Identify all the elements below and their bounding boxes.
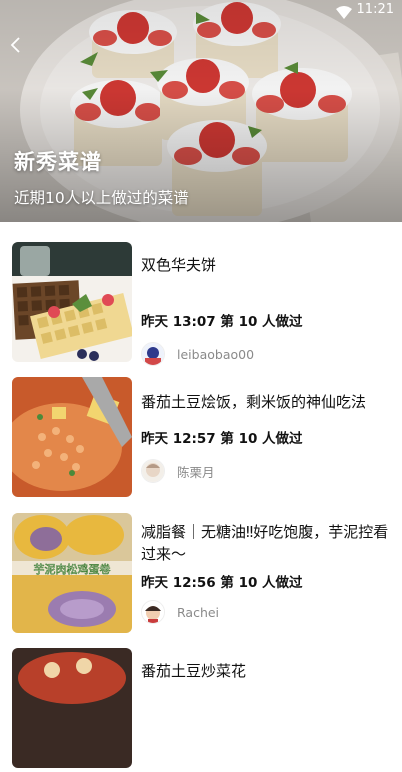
author-row[interactable]: Rachei — [141, 600, 219, 624]
recipe-title[interactable]: 番茄土豆炒菜花 — [141, 660, 391, 682]
chevron-left-icon — [10, 37, 20, 53]
risotto-image — [12, 377, 132, 497]
recipe-meta: 昨天 13:07 第 10 人做过 — [141, 314, 303, 330]
recipe-thumbnail[interactable] — [12, 648, 132, 768]
avatar[interactable] — [141, 459, 165, 483]
cauliflower-image — [12, 648, 132, 768]
author-name[interactable]: leibaobao00 — [177, 347, 254, 362]
avatar[interactable] — [141, 342, 165, 366]
recipe-title[interactable]: 减脂餐｜无糖油‼好吃饱腹，芋泥控看过来～ — [141, 521, 391, 565]
author-name[interactable]: Rachei — [177, 605, 219, 620]
taro-roll-image: 芋泥肉松鸡蛋卷 — [12, 513, 132, 633]
author-row[interactable]: 陈栗月 — [141, 459, 215, 483]
recipe-thumbnail[interactable] — [12, 377, 132, 497]
recipe-card[interactable]: 番茄土豆炒菜花 — [0, 648, 402, 772]
status-bar: 11:21 — [0, 0, 402, 22]
waffle-image — [12, 242, 132, 362]
recipe-card[interactable]: 番茄土豆烩饭，剩米饭的神仙吃法 昨天 12:57 第 10 人做过 陈栗月 — [0, 377, 402, 501]
page-title: 新秀菜谱 — [14, 150, 102, 174]
status-time: 11:21 — [356, 2, 394, 17]
author-name[interactable]: 陈栗月 — [177, 462, 215, 481]
recipe-meta: 昨天 12:57 第 10 人做过 — [141, 431, 303, 447]
recipe-thumbnail[interactable]: 芋泥肉松鸡蛋卷 — [12, 513, 132, 633]
thumbnail-caption: 芋泥肉松鸡蛋卷 — [34, 562, 111, 576]
avatar[interactable] — [141, 600, 165, 624]
recipe-card[interactable]: 芋泥肉松鸡蛋卷 减脂餐｜无糖油‼好吃饱腹，芋泥控看过来～ 昨天 12:56 第 … — [0, 513, 402, 637]
recipe-title[interactable]: 番茄土豆烩饭，剩米饭的神仙吃法 — [141, 391, 391, 413]
recipe-title[interactable]: 双色华夫饼 — [141, 254, 391, 276]
wifi-icon — [336, 4, 352, 23]
recipe-meta: 昨天 12:56 第 10 人做过 — [141, 575, 303, 591]
header-banner: 11:21 新秀菜谱 近期10人以上做过的菜谱 — [0, 0, 402, 222]
recipe-thumbnail[interactable] — [12, 242, 132, 362]
recipe-card[interactable]: 双色华夫饼 昨天 13:07 第 10 人做过 leibaobao00 — [0, 242, 402, 366]
page-subtitle: 近期10人以上做过的菜谱 — [14, 189, 189, 207]
back-button[interactable] — [6, 34, 28, 56]
author-row[interactable]: leibaobao00 — [141, 342, 254, 366]
